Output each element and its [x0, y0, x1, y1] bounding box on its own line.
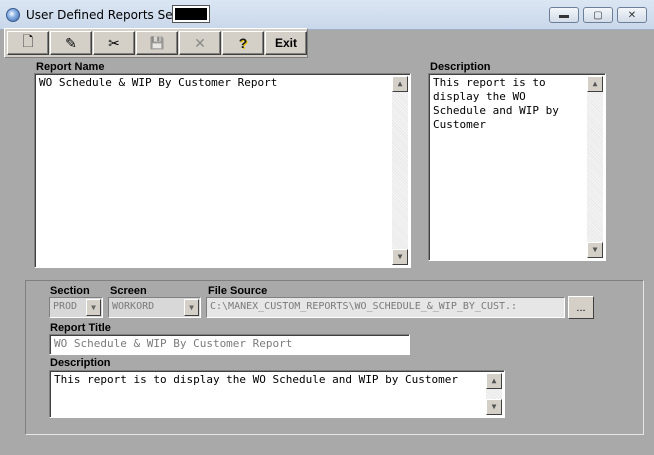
- browse-button[interactable]: ...: [568, 296, 594, 319]
- details-description-value[interactable]: This report is to display the WO Schedul…: [54, 373, 482, 387]
- details-description-textarea[interactable]: This report is to display the WO Schedul…: [49, 370, 505, 418]
- minimize-button[interactable]: ▬: [549, 7, 579, 23]
- report-name-value[interactable]: WO Schedule & WIP By Customer Report: [39, 76, 406, 90]
- section-value: PROD: [53, 301, 78, 312]
- scroll-down-icon[interactable]: ▼: [486, 399, 502, 415]
- scroll-down-icon[interactable]: ▼: [392, 249, 408, 265]
- toolbar: 🗋 ✎ ✂ 💾 ✕ ? Exit: [4, 28, 308, 58]
- close-button[interactable]: ✕: [617, 7, 647, 23]
- maximize-button[interactable]: ▢: [583, 7, 613, 23]
- scroll-up-icon[interactable]: ▲: [392, 76, 408, 92]
- details-description-label: Description: [50, 357, 111, 369]
- help-button[interactable]: ?: [222, 31, 264, 55]
- scroll-down-icon[interactable]: ▼: [587, 242, 603, 258]
- title-redacted-box: [172, 5, 210, 23]
- file-source-value: C:\MANEX_CUSTOM_REPORTS\WO_SCHEDULE_&_WI…: [210, 301, 518, 312]
- delete-icon: ✕: [194, 34, 206, 51]
- section-select[interactable]: PROD ▼: [49, 297, 103, 318]
- report-name-label: Report Name: [36, 61, 105, 73]
- delete-button[interactable]: ✕: [179, 31, 221, 55]
- new-document-icon: 🗋: [22, 33, 34, 49]
- description-textarea[interactable]: This report is to display the WO Schedul…: [428, 73, 606, 261]
- exit-button[interactable]: Exit: [265, 31, 307, 55]
- chevron-down-icon[interactable]: ▼: [184, 299, 199, 316]
- edit-button[interactable]: ✎: [50, 31, 92, 55]
- help-icon: ?: [238, 35, 248, 51]
- report-name-scrollbar[interactable]: ▲ ▼: [392, 76, 408, 265]
- report-title-field[interactable]: WO Schedule & WIP By Customer Report: [49, 334, 410, 355]
- scroll-up-icon[interactable]: ▲: [587, 76, 603, 92]
- new-button[interactable]: 🗋: [7, 31, 49, 55]
- description-label: Description: [430, 61, 491, 73]
- cut-button[interactable]: ✂: [93, 31, 135, 55]
- file-source-field[interactable]: C:\MANEX_CUSTOM_REPORTS\WO_SCHEDULE_&_WI…: [206, 297, 565, 318]
- scroll-up-icon[interactable]: ▲: [486, 373, 502, 389]
- screen-value: WORKORD: [112, 301, 155, 312]
- report-title-value[interactable]: WO Schedule & WIP By Customer Report: [54, 337, 292, 350]
- title-bar: User Defined Reports Setup ▬ ▢ ✕: [0, 0, 654, 30]
- screen-label: Screen: [110, 285, 147, 297]
- chevron-down-icon[interactable]: ▼: [86, 299, 101, 316]
- scissors-icon: ✂: [108, 34, 120, 51]
- section-label: Section: [50, 285, 90, 297]
- report-title-label: Report Title: [50, 322, 111, 334]
- save-button[interactable]: 💾: [136, 31, 178, 55]
- window-title: User Defined Reports Setup: [26, 8, 193, 22]
- report-name-list[interactable]: WO Schedule & WIP By Customer Report ▲ ▼: [34, 73, 411, 268]
- edit-icon: ✎: [65, 34, 77, 51]
- app-icon: [6, 8, 20, 22]
- screen-select[interactable]: WORKORD ▼: [108, 297, 201, 318]
- description-scrollbar[interactable]: ▲ ▼: [587, 76, 603, 258]
- details-description-scrollbar[interactable]: ▲ ▼: [486, 373, 502, 415]
- description-value[interactable]: This report is to display the WO Schedul…: [433, 76, 583, 132]
- file-source-label: File Source: [208, 285, 268, 297]
- save-icon: 💾: [149, 36, 165, 50]
